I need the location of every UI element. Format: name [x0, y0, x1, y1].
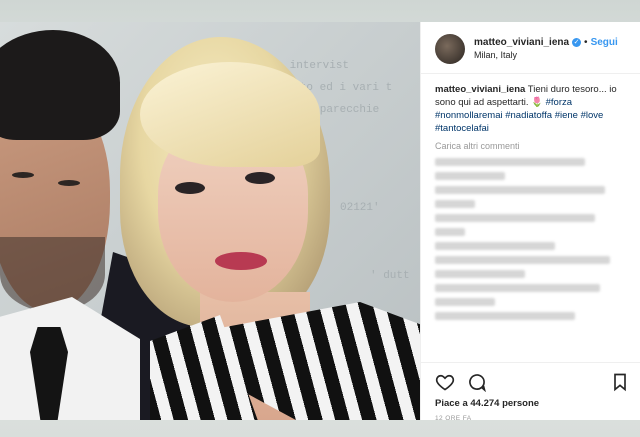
blurred-comment	[435, 155, 626, 169]
blurred-comment	[435, 253, 626, 267]
blurred-comment	[435, 239, 626, 253]
post-location[interactable]: Milan, Italy	[474, 50, 618, 60]
separator-dot: •	[584, 37, 588, 48]
man-eye	[58, 180, 80, 186]
blurred-comment	[435, 267, 626, 281]
blurred-comment	[435, 169, 626, 183]
blurred-comment	[435, 197, 626, 211]
hashtag-link[interactable]: #iene	[555, 110, 578, 121]
hashtag-link[interactable]: #love	[581, 110, 604, 121]
caption-username[interactable]: matteo_viviani_iena	[435, 84, 525, 95]
blurred-comment	[435, 225, 626, 239]
comment-bubble-icon[interactable]	[467, 372, 487, 392]
blurred-comment	[435, 309, 626, 323]
post-actions: Piace a 44.274 persone 12 ORE FA	[421, 362, 640, 422]
blurred-comments-list	[421, 155, 640, 323]
photo-background-text: 02121'	[340, 202, 380, 214]
hashtag-link[interactable]: #nadiatoffa	[505, 110, 552, 121]
blurred-comment	[435, 211, 626, 225]
woman-lips	[215, 252, 267, 270]
woman-fringe	[140, 62, 320, 167]
follow-button[interactable]: Segui	[591, 37, 618, 48]
caption-emoji: 🌷	[531, 97, 543, 108]
blurred-comment	[435, 183, 626, 197]
avatar[interactable]	[435, 33, 465, 64]
hashtag-link[interactable]: #tantocelafai	[435, 123, 489, 134]
likes-count[interactable]: Piace a 44.274 persone	[435, 398, 630, 409]
post-timestamp: 12 ORE FA	[435, 415, 472, 422]
woman-eye	[245, 172, 275, 184]
author-info: matteo_viviani_iena ✓ • Segui Milan, Ita…	[474, 37, 618, 60]
post-side-panel: matteo_viviani_iena ✓ • Segui Milan, Ita…	[420, 22, 640, 422]
man-eye	[12, 172, 34, 178]
author-username[interactable]: matteo_viviani_iena	[474, 37, 569, 48]
post-photo[interactable]: hanno intervist cento ed i vari t no par…	[0, 22, 420, 420]
blurred-comment	[435, 281, 626, 295]
hashtag-link[interactable]: #nonmollaremai	[435, 110, 503, 121]
blurred-comment	[435, 295, 626, 309]
man-beard	[0, 237, 105, 312]
woman-eye	[175, 182, 205, 194]
hashtag-link[interactable]: #forza	[546, 97, 572, 108]
post-caption: matteo_viviani_iena Tieni duro tesoro...…	[421, 74, 640, 135]
instagram-post: hanno intervist cento ed i vari t no par…	[0, 22, 640, 422]
verified-badge-icon: ✓	[572, 38, 582, 47]
post-header: matteo_viviani_iena ✓ • Segui Milan, Ita…	[421, 22, 640, 74]
photo-background-text: ' dutt	[370, 270, 410, 282]
heart-icon[interactable]	[435, 372, 455, 392]
man-hair	[0, 30, 120, 140]
bookmark-icon[interactable]	[610, 372, 630, 392]
load-more-comments-link[interactable]: Carica altri commenti	[421, 135, 640, 155]
